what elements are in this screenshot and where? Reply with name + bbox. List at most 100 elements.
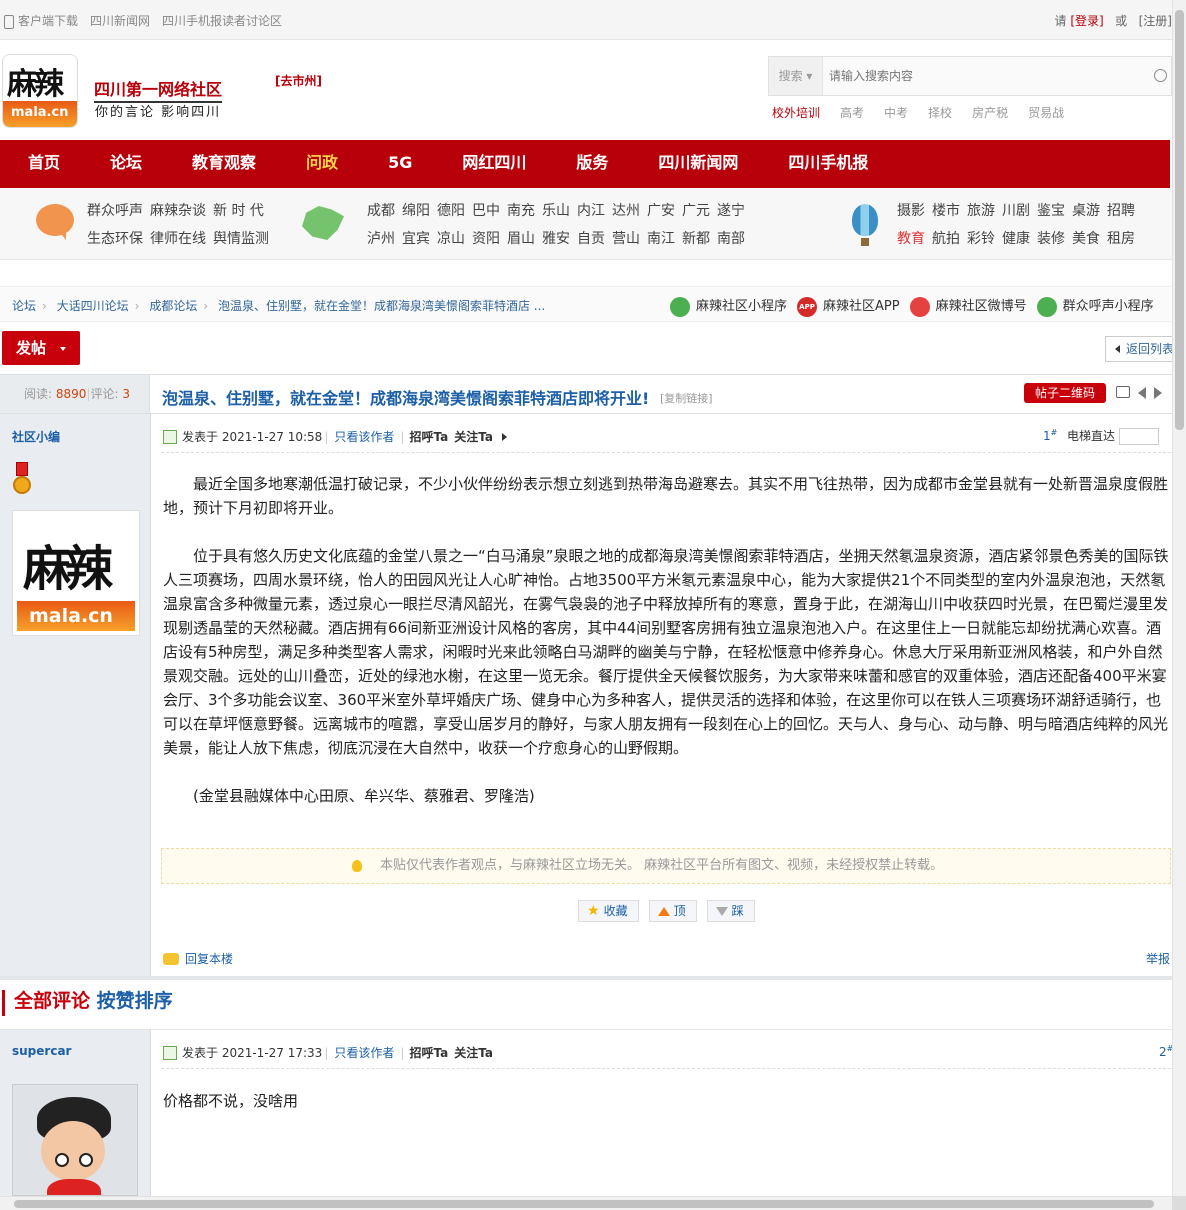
city-category-link[interactable]: 眉山 <box>507 228 535 248</box>
readers-forum-link[interactable]: 四川手机报读者讨论区 <box>162 12 282 29</box>
city-category-link[interactable]: 遂宁 <box>717 200 745 220</box>
city-category-link[interactable]: 南充 <box>507 200 535 220</box>
register-link[interactable]: [注册] <box>1139 14 1172 28</box>
follow-link[interactable]: 关注Ta <box>451 428 496 445</box>
breadcrumb-current[interactable]: 泡温泉、住别墅，就在金堂！成都海泉湾美憬阁索菲特酒店 ... <box>218 299 545 313</box>
arrow-right-icon[interactable] <box>501 432 507 441</box>
app-link[interactable]: APP 麻辣社区APP <box>797 295 900 317</box>
all-comments-tab[interactable]: 全部评论 <box>14 990 90 1012</box>
nav-item-5g[interactable]: 5G <box>338 140 412 188</box>
city-category-link[interactable]: 自贡 <box>577 228 605 248</box>
nav-item-home[interactable]: 首页 <box>0 140 60 188</box>
downvote-button[interactable]: 踩 <box>706 900 755 922</box>
hot-link[interactable]: 贸易战 <box>1028 104 1064 121</box>
city-category-link[interactable]: 南部 <box>717 228 745 248</box>
life-category-link[interactable]: 川剧 <box>1002 200 1030 220</box>
city-category-link[interactable]: 宜宾 <box>402 228 430 248</box>
greet-link[interactable]: 招呼Ta <box>406 428 451 445</box>
upvote-button[interactable]: 顶 <box>648 900 697 922</box>
sort-by-likes-tab[interactable]: 按赞排序 <box>97 990 173 1012</box>
miniprogram-link[interactable]: 麻辣社区小程序 <box>670 295 787 317</box>
life-category-link[interactable]: 旅游 <box>967 200 995 220</box>
floor-jump-input[interactable] <box>1119 428 1160 445</box>
life-category-link[interactable]: 摄影 <box>897 200 925 220</box>
search-type-select[interactable]: 搜索 ▾ <box>769 57 823 95</box>
city-category-link[interactable]: 巴中 <box>472 200 500 220</box>
city-category-link[interactable]: 绵阳 <box>402 200 430 220</box>
city-category-link[interactable]: 内江 <box>577 200 605 220</box>
report-link[interactable]: 举报 <box>1146 950 1170 967</box>
horizontal-scrollbar[interactable] <box>0 1196 1172 1210</box>
avatar[interactable]: 麻辣 mala.cn <box>12 510 140 636</box>
life-category-link[interactable]: 鉴宝 <box>1037 200 1065 220</box>
reply-button[interactable]: 回复本楼 <box>163 950 233 967</box>
city-category-link[interactable]: 南江 <box>647 228 675 248</box>
hot-link[interactable]: 中考 <box>884 104 908 121</box>
city-category-link[interactable]: 资阳 <box>472 228 500 248</box>
city-category-link[interactable]: 雅安 <box>542 228 570 248</box>
hot-link[interactable]: 校外培训 <box>772 104 820 121</box>
collect-button[interactable]: ★ 收藏 <box>578 900 639 922</box>
hot-link[interactable]: 高考 <box>840 104 864 121</box>
city-category-link[interactable]: 广元 <box>682 200 710 220</box>
city-link[interactable]: [去市州] <box>275 72 322 89</box>
voice-miniprogram-link[interactable]: 群众呼声小程序 <box>1036 295 1154 317</box>
category-link[interactable]: 麻辣杂谈 <box>150 200 206 220</box>
back-to-list-button[interactable]: 返回列表 <box>1105 336 1175 362</box>
category-link[interactable]: 律师在线 <box>150 228 206 248</box>
life-category-link[interactable]: 美食 <box>1072 228 1100 248</box>
thread-title[interactable]: 泡温泉、住别墅，就在金堂！成都海泉湾美憬阁索菲特酒店即将开业! <box>162 385 649 409</box>
life-category-link[interactable]: 楼市 <box>932 200 960 220</box>
search-input[interactable] <box>829 65 1149 87</box>
site-logo[interactable]: 麻辣 mala.cn <box>2 54 78 128</box>
city-category-link[interactable]: 凉山 <box>437 228 465 248</box>
city-category-link[interactable]: 广安 <box>647 200 675 220</box>
nav-item-banwu[interactable]: 版务 <box>526 140 608 188</box>
city-category-link[interactable]: 达州 <box>612 200 640 220</box>
life-category-link[interactable]: 桌游 <box>1072 200 1100 220</box>
life-category-link[interactable]: 航拍 <box>932 228 960 248</box>
copy-link[interactable]: [复制链接] <box>660 390 713 406</box>
nav-item-wanghong[interactable]: 网红四川 <box>412 140 526 188</box>
city-category-link[interactable]: 新都 <box>682 228 710 248</box>
nav-item-mobile[interactable]: 四川手机报 <box>738 140 868 188</box>
follow-link[interactable]: 关注Ta <box>451 1044 496 1061</box>
vertical-scrollbar[interactable] <box>1172 0 1186 1196</box>
next-thread-icon[interactable] <box>1154 387 1162 399</box>
category-link[interactable]: 生态环保 <box>87 228 143 248</box>
life-category-link[interactable]: 招聘 <box>1107 200 1135 220</box>
previous-thread-icon[interactable] <box>1138 387 1146 399</box>
hot-link[interactable]: 房产税 <box>972 104 1008 121</box>
city-category-link[interactable]: 乐山 <box>542 200 570 220</box>
only-author-link[interactable]: 只看该作者 <box>334 1044 394 1061</box>
sichuan-news-link[interactable]: 四川新闻网 <box>90 12 150 29</box>
hot-link[interactable]: 择校 <box>928 104 952 121</box>
login-link[interactable]: [登录] <box>1070 14 1103 28</box>
category-link[interactable]: 群众呼声 <box>87 200 143 220</box>
greet-link[interactable]: 招呼Ta <box>406 1044 451 1061</box>
print-icon[interactable] <box>1116 386 1130 398</box>
search-icon[interactable] <box>1154 69 1167 82</box>
nav-item-forum[interactable]: 论坛 <box>60 140 142 188</box>
life-category-link[interactable]: 健康 <box>1002 228 1030 248</box>
only-author-link[interactable]: 只看该作者 <box>334 428 394 445</box>
nav-item-wenzheng[interactable]: 问政 <box>256 140 338 188</box>
breadcrumb-dahua[interactable]: 大话四川论坛 <box>57 299 129 313</box>
breadcrumb-chengdu[interactable]: 成都论坛 <box>149 299 197 313</box>
avatar[interactable] <box>12 1084 138 1196</box>
life-category-link[interactable]: 彩铃 <box>967 228 995 248</box>
life-category-link[interactable]: 教育 <box>897 228 925 248</box>
city-category-link[interactable]: 营山 <box>612 228 640 248</box>
weibo-link[interactable]: 麻辣社区微博号 <box>909 295 1027 317</box>
category-link[interactable]: 舆情监测 <box>213 228 269 248</box>
client-download-link[interactable]: 客户端下载 <box>4 12 78 29</box>
life-category-link[interactable]: 装修 <box>1037 228 1065 248</box>
nav-item-news[interactable]: 四川新闻网 <box>608 140 738 188</box>
author-name[interactable]: 社区小编 <box>12 428 60 445</box>
nav-item-education[interactable]: 教育观察 <box>142 140 256 188</box>
qr-code-button[interactable]: 帖子二维码 <box>1024 383 1106 403</box>
city-category-link[interactable]: 泸州 <box>367 228 395 248</box>
city-category-link[interactable]: 德阳 <box>437 200 465 220</box>
author-name[interactable]: supercar <box>12 1044 71 1058</box>
life-category-link[interactable]: 租房 <box>1107 228 1135 248</box>
